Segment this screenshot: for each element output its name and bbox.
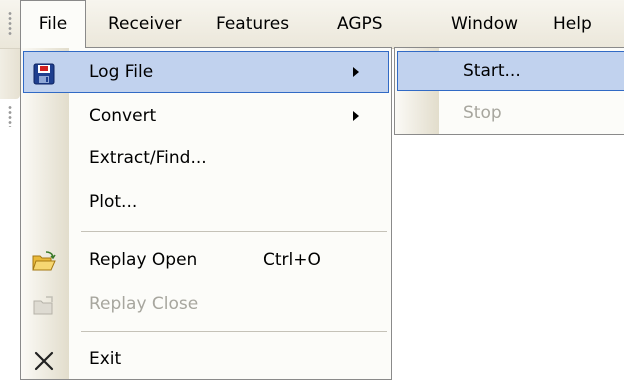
menu-bar: File Receiver Features AGPS Window Help <box>0 0 624 49</box>
menu-receiver[interactable]: Receiver <box>108 0 182 48</box>
menu-features[interactable]: Features <box>216 0 289 48</box>
menu-window[interactable]: Window <box>451 0 518 48</box>
toolbar-stub <box>0 49 20 127</box>
menu-item-exit[interactable]: Exit <box>23 338 389 380</box>
open-folder-icon <box>31 248 57 272</box>
menu-features-label: Features <box>216 14 290 34</box>
menu-item-plot[interactable]: Plot... <box>23 181 389 223</box>
menu-file-label: File <box>38 14 68 34</box>
submenu-item-start[interactable]: Start... <box>397 51 624 91</box>
menu-item-replay-open-label: Replay Open <box>89 250 198 270</box>
menu-receiver-label: Receiver <box>108 14 182 34</box>
menu-item-replay-open[interactable]: Replay Open Ctrl+O <box>23 239 389 281</box>
menu-item-extract-find[interactable]: Extract/Find... <box>23 137 389 179</box>
menu-item-replay-close-label: Replay Close <box>89 294 199 314</box>
submenu-item-start-label: Start... <box>463 61 521 81</box>
menu-item-plot-label: Plot... <box>89 192 138 212</box>
toolbar-grip-handle[interactable] <box>8 105 12 127</box>
floppy-disk-icon <box>31 60 57 85</box>
log-file-submenu: Start... Stop <box>394 47 624 135</box>
menu-item-extract-find-label: Extract/Find... <box>89 148 207 168</box>
submenu-item-stop[interactable]: Stop <box>397 93 624 133</box>
menu-file[interactable]: File <box>20 0 86 48</box>
menu-item-convert[interactable]: Convert <box>23 95 389 137</box>
menu-help[interactable]: Help <box>553 0 592 48</box>
menu-item-replay-open-shortcut: Ctrl+O <box>263 250 321 270</box>
menu-help-label: Help <box>553 14 592 34</box>
menu-agps-label: AGPS <box>337 14 383 34</box>
close-folder-icon <box>31 292 57 316</box>
menu-separator <box>81 231 387 232</box>
menu-agps[interactable]: AGPS <box>337 0 383 48</box>
menu-window-label: Window <box>451 14 519 34</box>
menu-item-log-file[interactable]: Log File <box>23 51 389 93</box>
submenu-arrow-icon <box>353 111 359 121</box>
menu-item-log-file-label: Log File <box>89 62 154 82</box>
close-x-icon <box>31 347 57 371</box>
menu-item-convert-label: Convert <box>89 106 157 126</box>
menu-item-exit-label: Exit <box>89 349 122 369</box>
submenu-arrow-icon <box>353 67 359 77</box>
file-menu-dropdown: Log File Convert Extract/Find... Plot...… <box>20 47 392 380</box>
menu-item-replay-close[interactable]: Replay Close <box>23 283 389 325</box>
submenu-item-stop-label: Stop <box>463 103 502 123</box>
menu-separator <box>81 331 387 332</box>
menubar-grip-handle[interactable] <box>8 11 12 37</box>
